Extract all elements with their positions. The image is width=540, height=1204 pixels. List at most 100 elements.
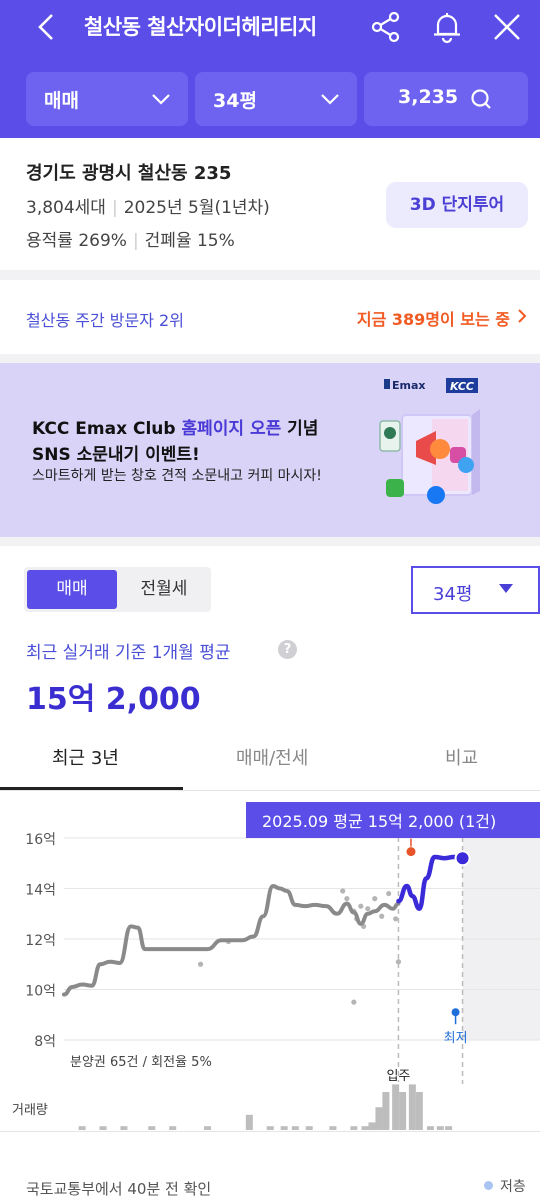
volume-bar: [426, 1126, 434, 1130]
page-title: 철산동 철산자이더헤리티지: [84, 15, 317, 39]
complex-summary: 3,804세대 | 2025년 5월(1년차): [26, 193, 270, 218]
floor-area-ratio: 용적률 269%: [26, 231, 127, 251]
3d-tour-button[interactable]: 3D 단지투어: [386, 182, 528, 228]
volume-bar: [204, 1126, 212, 1130]
low-floor-legend: 저층: [500, 1179, 526, 1195]
divider: |: [111, 198, 118, 218]
series-line-0: [62, 883, 401, 997]
banner-headline-1: KCC Emax Club 홈페이지 오픈 기념: [32, 414, 318, 439]
chevron-down-icon: [321, 94, 339, 105]
tab-sale-vs-jeonse[interactable]: 매매/전세: [236, 744, 308, 770]
visitor-rank-row[interactable]: 철산동 주간 방문자 2위 지금 389명이 보는 중: [0, 280, 540, 354]
lowest-marker: [451, 1008, 460, 1017]
chevron-down-icon: [152, 94, 170, 105]
price-chart-svg[interactable]: 16억 14억 12억 10억 8억입주 최저 2025.09 평균 15억 2,000 (…: [0, 792, 540, 1162]
size-filter[interactable]: 34평: [195, 72, 357, 126]
volume-bar: [368, 1122, 376, 1130]
search-count-button[interactable]: 3,235: [364, 72, 528, 126]
complex-ratios: 용적률 269% | 건폐율 15%: [26, 226, 235, 251]
scatter-point: [358, 903, 364, 909]
listing-count: 3,235: [398, 86, 459, 108]
scatter-point: [197, 961, 204, 967]
banner-highlight: 홈페이지 오픈: [181, 419, 282, 439]
volume-bar: [375, 1107, 383, 1130]
ad-banner[interactable]: KCC Emax Club 홈페이지 오픈 기념 SNS 소문내기 이벤트! 스…: [0, 363, 540, 537]
section-divider: [0, 270, 540, 280]
volume-bar: [399, 1092, 407, 1130]
volume-bar: [78, 1126, 86, 1130]
banner-headline-2: SNS 소문내기 이벤트!: [32, 445, 200, 465]
promo-illustration: Emax KCC: [379, 378, 480, 504]
segment-rent[interactable]: 전월세: [120, 570, 208, 609]
volume-bar: [99, 1126, 107, 1130]
banner-text: KCC Emax Club: [32, 419, 182, 439]
scatter-point: [386, 890, 392, 897]
banner-text: 기념: [281, 419, 319, 439]
share-icon[interactable]: [369, 10, 403, 44]
data-source: 국토교통부에서 40분 전 확인: [26, 1180, 212, 1198]
households: 3,804세대: [26, 198, 106, 218]
volume-bar: [392, 1084, 400, 1130]
y-tick-label: 12억: [25, 933, 56, 949]
coverage-ratio: 건폐율 15%: [144, 231, 235, 251]
close-icon[interactable]: [490, 10, 524, 44]
scatter-point: [344, 896, 350, 902]
scatter-point: [351, 999, 357, 1005]
volume-bar: [148, 1126, 156, 1130]
volume-bar: [350, 1126, 358, 1130]
back-icon[interactable]: [30, 10, 64, 44]
tooltip-text: 2025.09 평균 15억 2,000 (1건): [262, 812, 496, 831]
volume-bar: [291, 1126, 299, 1130]
section-divider: [0, 537, 540, 546]
y-tick-label: 8억: [34, 1034, 56, 1050]
series-line-1: [396, 854, 465, 911]
scatter-point: [365, 906, 371, 912]
volume-bar: [445, 1126, 453, 1130]
size-label: 34평: [213, 90, 257, 112]
low-floor-legend-dot: [484, 1181, 493, 1190]
divider: |: [132, 231, 139, 251]
volume-bar: [361, 1126, 369, 1130]
y-tick-label: 16억: [25, 832, 56, 848]
kcc-logo: KCC: [450, 380, 474, 393]
average-price: 15억 2,000: [26, 682, 201, 717]
average-price-label: 최근 실거래 기준 1개월 평균: [26, 643, 231, 663]
segment-sale[interactable]: 매매: [27, 570, 117, 609]
volume-bar: [245, 1114, 253, 1130]
volume-bar: [305, 1126, 313, 1130]
size-select[interactable]: 34평: [411, 566, 540, 614]
app-header: 철산동 철산자이더헤리티지 매매 34평 3,235: [0, 0, 540, 138]
volume-bar: [329, 1126, 337, 1130]
scatter-point: [395, 959, 402, 965]
section-divider: [0, 354, 540, 363]
volume-label: 거래량: [12, 1103, 48, 1118]
price-chart[interactable]: 16억 14억 12억 10억 8억 입주 최저 2025.09 평균 15억 2,000 (…: [0, 792, 540, 1162]
complex-address: 경기도 광명시 철산동 235: [26, 163, 232, 184]
scatter-point: [372, 896, 378, 902]
volume-bar: [120, 1126, 128, 1130]
high-marker: [406, 847, 416, 857]
latest-point: [454, 850, 471, 867]
volume-bar: [436, 1126, 444, 1130]
tab-compare[interactable]: 비교: [445, 744, 478, 770]
divider: [0, 1131, 540, 1132]
completion-date: 2025년 5월(1년차): [123, 198, 270, 218]
banner-subtext: 스마트하게 받는 창호 견적 소문내고 커피 마시자!: [32, 468, 322, 484]
search-icon: [471, 89, 491, 109]
volume-bar: [169, 1126, 177, 1130]
chevron-right-icon: [518, 309, 527, 323]
help-icon[interactable]: ?: [278, 640, 297, 659]
active-tab-indicator: [0, 787, 183, 790]
size-select-value: 34평: [433, 584, 473, 605]
scatter-point: [393, 916, 399, 922]
trade-type-filter[interactable]: 매매: [26, 72, 188, 126]
title-bar: 철산동 철산자이더헤리티지: [0, 0, 540, 54]
emax-logo: Emax: [392, 379, 426, 392]
future-shade: [462, 820, 540, 1040]
presale-caption: 분양권 65건 / 회전율 5%: [70, 1055, 212, 1070]
bell-icon[interactable]: [430, 10, 464, 44]
period-tabs: 최근 3년 매매/전세 비교: [0, 729, 540, 791]
tab-recent-3y[interactable]: 최근 3년: [52, 744, 119, 770]
volume-bar: [266, 1126, 274, 1130]
volume-bar: [415, 1092, 423, 1130]
